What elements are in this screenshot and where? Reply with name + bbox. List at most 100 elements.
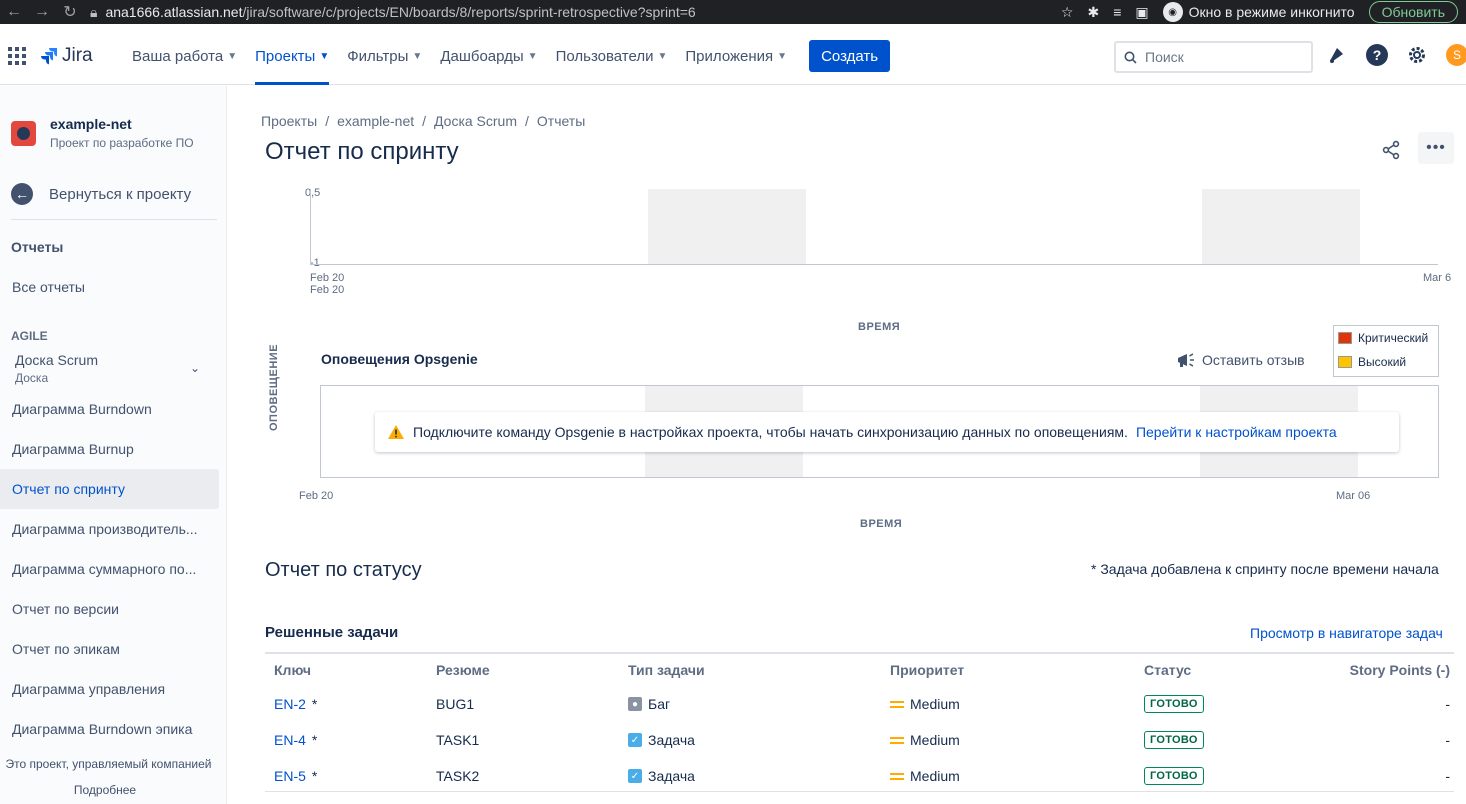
issue-priority: Medium	[910, 768, 960, 784]
chevron-down-icon: ▼	[777, 50, 788, 62]
lock-icon: 🔒︎	[90, 3, 98, 20]
app-switcher-icon[interactable]	[4, 47, 34, 65]
nav-label: Проекты	[255, 47, 316, 65]
reload-icon[interactable]: ↻	[56, 2, 84, 22]
table-header: Ключ Резюме Тип задачи Приоритет Статус …	[265, 654, 1454, 686]
create-button[interactable]: Создать	[809, 40, 891, 72]
table-divider	[265, 791, 1454, 792]
col-status: Статус	[1144, 662, 1192, 678]
sidebar-divider	[11, 219, 217, 220]
sidebar-item-sprint-report[interactable]: Отчет по спринту	[0, 469, 219, 509]
issue-priority: Medium	[910, 732, 960, 748]
breadcrumb: Проекты / example-net / Доска Scrum / Отчет…	[261, 113, 586, 129]
nav-filters[interactable]: Фильтры ▼	[347, 28, 422, 85]
table-row: EN-2 * BUG1 ● Баг Medium ГОТОВО -	[265, 686, 1454, 722]
back-to-project-link[interactable]: ← Вернуться к проекту	[11, 183, 191, 205]
reports-heading: Отчеты	[11, 239, 64, 255]
learn-more-link[interactable]: Подробнее	[0, 783, 210, 797]
chevron-down-icon[interactable]: ⌄	[190, 361, 200, 375]
legend-swatch	[1338, 332, 1352, 344]
project-name: example-net	[50, 116, 132, 132]
sidebar-item-velocity[interactable]: Диаграмма производитель...	[0, 509, 219, 549]
issue-navigator-link[interactable]: Просмотр в навигаторе задач	[1250, 625, 1443, 641]
jira-logo[interactable]: Jira	[40, 45, 112, 67]
feedback-label: Оставить отзыв	[1202, 352, 1305, 368]
legend-item: Высокий	[1334, 350, 1438, 374]
sidebar-item-burnup[interactable]: Диаграмма Burnup	[0, 429, 219, 469]
main-content: Проекты / example-net / Доска Scrum / Отчет…	[228, 86, 1466, 804]
browser-toolbar: ← → ↻ 🔒︎ ana1666.atlassian.net/jira/soft…	[0, 0, 1466, 24]
url-path: /jira/software/c/projects/EN/boards/8/re…	[242, 4, 696, 20]
project-type: Проект по разработке ПО	[50, 136, 194, 150]
issue-summary: TASK2	[436, 768, 480, 784]
sidebar-item-version-report[interactable]: Отчет по версии	[0, 589, 219, 629]
update-button[interactable]: Обновить	[1368, 1, 1458, 23]
nav-label: Ваша работа	[132, 47, 224, 65]
sidebar-item-cumulative-flow[interactable]: Диаграмма суммарного по...	[0, 549, 219, 589]
help-icon[interactable]: ?	[1366, 44, 1388, 66]
sidebar-item-all-reports[interactable]: Все отчеты	[0, 267, 219, 307]
added-marker: *	[311, 696, 318, 712]
added-marker: *	[311, 768, 318, 784]
sidebar-item-burndown[interactable]: Диаграмма Burndown	[0, 389, 219, 429]
breadcrumb-reports[interactable]: Отчеты	[537, 113, 585, 129]
address-bar[interactable]: 🔒︎ ana1666.atlassian.net/jira/software/c…	[84, 0, 1061, 24]
user-avatar[interactable]: S	[1446, 44, 1466, 66]
task-checkbox-icon: ✓	[628, 769, 642, 783]
status-note: * Задача добавлена к спринту после време…	[1091, 561, 1439, 577]
board-selector[interactable]: Доска Scrum Доска	[15, 352, 98, 385]
nav-people[interactable]: Пользователи ▼	[556, 28, 668, 85]
nav-projects[interactable]: Проекты ▼	[255, 28, 330, 85]
sidepanel-icon[interactable]: ▣	[1135, 4, 1148, 21]
project-header[interactable]: example-net Проект по разработке ПО	[11, 116, 194, 150]
url-host: ana1666.atlassian.net	[105, 4, 243, 20]
issue-summary: BUG1	[436, 696, 475, 712]
settings-gear-icon[interactable]	[1406, 44, 1428, 66]
issue-key-link[interactable]: EN-5	[274, 768, 306, 784]
x-tick-label: Mar 06	[1336, 490, 1371, 502]
sidebar-item-epic-burndown[interactable]: Диаграмма Burndown эпика	[0, 709, 219, 749]
share-icon[interactable]	[1381, 140, 1401, 160]
star-icon[interactable]: ☆	[1061, 4, 1074, 21]
top-navigation: Jira Ваша работа ▼ Проекты ▼ Фильтры ▼ Дашб…	[0, 28, 1466, 85]
extensions-icon[interactable]: ✱	[1087, 4, 1099, 21]
nav-dashboards[interactable]: Дашбоарды ▼	[440, 28, 537, 85]
x-tick-label: Feb 20	[299, 490, 334, 502]
feedback-button[interactable]: Оставить отзыв	[1176, 351, 1305, 369]
breadcrumb-project[interactable]: example-net	[337, 113, 414, 129]
nav-your-work[interactable]: Ваша работа ▼	[132, 28, 237, 85]
back-arrow-icon[interactable]: ←	[0, 3, 28, 21]
arrow-left-icon: ←	[11, 183, 33, 205]
more-actions-button[interactable]: •••	[1418, 132, 1454, 164]
resolved-issues-table: Ключ Резюме Тип задачи Приоритет Статус …	[265, 652, 1454, 794]
forward-arrow-icon[interactable]: →	[28, 3, 56, 21]
jira-logo-icon	[41, 48, 57, 65]
sidebar-item-control-chart[interactable]: Диаграмма управления	[0, 669, 219, 709]
notifications-icon[interactable]	[1326, 44, 1348, 66]
sidebar-item-epic-report[interactable]: Отчет по эпикам	[0, 629, 219, 669]
sidebar-footer-text: Это проект, управляемый компанией	[5, 757, 212, 771]
issue-key-link[interactable]: EN-4	[274, 732, 306, 748]
bug-icon: ●	[628, 697, 642, 711]
col-key: Ключ	[274, 662, 311, 678]
added-marker: *	[311, 732, 318, 748]
incognito-indicator[interactable]: ◉ Окно в режиме инкогнито	[1162, 2, 1355, 22]
project-settings-link[interactable]: Перейти к настройкам проекта	[1136, 424, 1337, 440]
legend-swatch	[1338, 356, 1352, 368]
nav-label: Дашбоарды	[440, 47, 524, 65]
x-tick-label: Feb 20	[310, 284, 345, 296]
issue-type: Задача	[648, 732, 695, 748]
breadcrumb-projects[interactable]: Проекты	[261, 113, 317, 129]
chevron-down-icon: ▼	[227, 50, 238, 62]
col-summary: Резюме	[436, 662, 490, 678]
issue-key-link[interactable]: EN-2	[274, 696, 306, 712]
col-story-points: Story Points (-)	[1349, 662, 1450, 678]
media-icon[interactable]: ≡	[1113, 4, 1121, 20]
priority-medium-icon	[890, 700, 904, 708]
breadcrumb-board[interactable]: Доска Scrum	[434, 113, 517, 129]
issue-type: Баг	[648, 696, 671, 712]
megaphone-icon	[1178, 353, 1194, 367]
story-points: -	[1445, 732, 1450, 748]
nav-apps[interactable]: Приложения ▼	[685, 28, 787, 85]
search-input[interactable]: Поиск	[1114, 41, 1313, 73]
